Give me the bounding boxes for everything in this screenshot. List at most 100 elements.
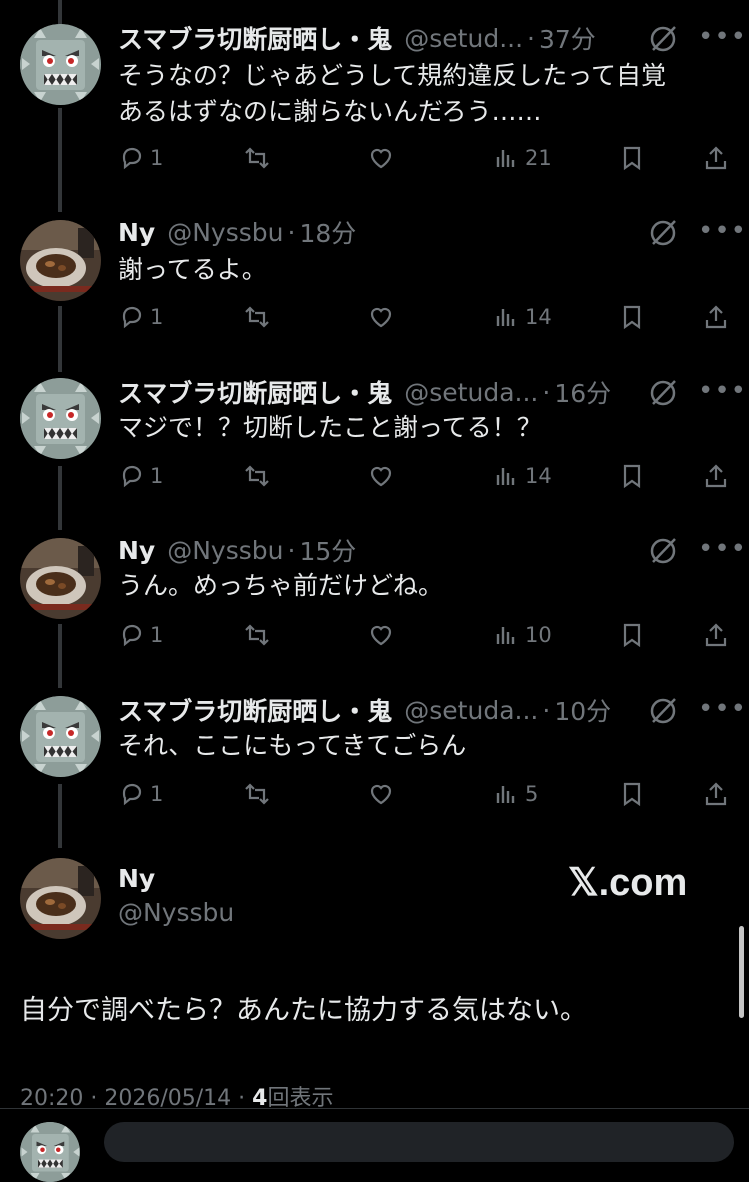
retweet-button[interactable] [243,144,271,172]
separator: · [287,217,296,247]
display-name[interactable]: Ny [118,536,155,565]
share-icon [705,305,727,329]
reply-button[interactable]: 1 [118,621,163,649]
retweet-icon [245,783,269,805]
tweet-text-line: そうなの？じゃあどうして規約違反したって自覚 [118,61,667,90]
share-button[interactable] [702,303,730,331]
more-icon[interactable]: ••• [698,216,747,246]
timestamp[interactable]: 15分 [299,532,356,568]
reply-icon [122,624,142,647]
display-name[interactable]: スマブラ切断厨晒し・鬼 [118,20,392,56]
reply-icon [122,147,142,170]
tweet[interactable]: Ny @Nyssbu · 15分 ••• うん。めっちゃ前だけどね。 1 10 [0,530,749,680]
retweet-button[interactable] [243,621,271,649]
bookmark-button[interactable] [618,462,646,490]
bookmark-button[interactable] [618,303,646,331]
like-button[interactable] [367,462,395,490]
more-icon[interactable]: ••• [698,22,747,52]
views-count: 14 [525,305,552,329]
tweet-text-line: 謝ってるよ。 [118,255,267,284]
reply-button[interactable]: 1 [118,780,163,808]
retweet-button[interactable] [243,303,271,331]
tweet-text-line: うん。めっちゃ前だけどね。 [118,571,444,600]
retweet-button[interactable] [243,462,271,490]
timestamp[interactable]: 18分 [299,214,356,250]
avatar[interactable] [20,858,101,939]
views-count: 14 [525,464,552,488]
share-button[interactable] [702,144,730,172]
reply-icon [122,465,142,488]
views-button[interactable]: 21 [493,144,552,172]
separator: · [287,535,296,565]
avatar[interactable] [20,220,101,301]
views-button[interactable]: 14 [493,462,552,490]
share-button[interactable] [702,780,730,808]
more-icon[interactable]: ••• [698,694,747,724]
share-button[interactable] [702,621,730,649]
handle[interactable]: @Nyssbu [118,898,234,927]
share-button[interactable] [702,462,730,490]
handle[interactable]: @setuda... [404,696,538,725]
views-icon [496,309,515,326]
reply-button[interactable]: 1 [118,144,163,172]
share-icon [705,782,727,806]
grok-icon[interactable] [648,536,678,566]
bookmark-button[interactable] [618,780,646,808]
tweet[interactable]: スマブラ切断厨晒し・鬼 @setuda... · 16分 ••• マジで！？切断… [0,372,749,522]
tweet[interactable]: Ny @Nyssbu · 18分 ••• 謝ってるよ。 1 14 [0,212,749,362]
like-button[interactable] [367,780,395,808]
reply-icon [122,783,142,806]
tweet-actions: 1 10 [0,621,749,655]
grok-icon[interactable] [648,24,678,54]
avatar[interactable] [20,378,101,459]
handle[interactable]: @Nyssbu [167,218,283,247]
grok-icon[interactable] [648,218,678,248]
like-icon [370,625,392,646]
handle[interactable]: @Nyssbu [167,536,283,565]
display-name[interactable]: Ny [118,864,155,893]
reply-button[interactable]: 1 [118,303,163,331]
retweet-icon [245,624,269,646]
watermark: 𝕏.com [568,862,688,904]
tweet-text-line: あるはずなのに謝らないんだろう…… [118,97,542,126]
bookmark-button[interactable] [618,144,646,172]
views-button[interactable]: 5 [493,780,538,808]
avatar[interactable] [20,538,101,619]
grok-icon[interactable] [648,378,678,408]
timestamp[interactable]: 16分 [554,374,611,410]
avatar[interactable] [20,696,101,777]
tweet[interactable]: スマブラ切断厨晒し・鬼 @setuda... · 10分 ••• それ、ここにも… [0,690,749,840]
like-icon [370,466,392,487]
bookmark-button[interactable] [618,621,646,649]
reply-button[interactable]: 1 [118,462,163,490]
views-button[interactable]: 14 [493,303,552,331]
bookmark-icon [623,305,641,330]
handle[interactable]: @setuda... [404,378,538,407]
reply-count: 1 [150,146,164,170]
grok-icon[interactable] [648,696,678,726]
timestamp[interactable]: 37分 [539,20,596,56]
more-icon[interactable]: ••• [698,376,747,406]
handle[interactable]: @setud... [404,24,523,53]
views-button[interactable]: 10 [493,621,552,649]
like-button[interactable] [367,621,395,649]
tweet-actions: 1 14 [0,462,749,496]
display-name[interactable]: Ny [118,218,155,247]
reply-input[interactable] [104,1122,734,1162]
avatar[interactable] [20,24,101,105]
reply-count: 1 [150,305,164,329]
reply-icon [122,306,142,329]
bookmark-icon [623,623,641,648]
tweet-text: マジで！？切断したこと謝ってる！？ [118,410,542,446]
views-count: 10 [525,623,552,647]
like-button[interactable] [367,144,395,172]
retweet-button[interactable] [243,780,271,808]
tweet[interactable]: スマブラ切断厨晒し・鬼 @setud... · 37分 ••• そうなの？じゃあ… [0,18,749,198]
like-button[interactable] [367,303,395,331]
timestamp[interactable]: 10分 [554,692,611,728]
display-name[interactable]: スマブラ切断厨晒し・鬼 [118,374,392,410]
more-icon[interactable]: ••• [698,534,747,564]
main-tweet: Ny @Nyssbu 𝕏.com 自分で調べたら？あんたに協力する気はない。 2… [0,850,749,1182]
display-name[interactable]: スマブラ切断厨晒し・鬼 [118,692,392,728]
scrollbar[interactable] [739,926,744,1018]
